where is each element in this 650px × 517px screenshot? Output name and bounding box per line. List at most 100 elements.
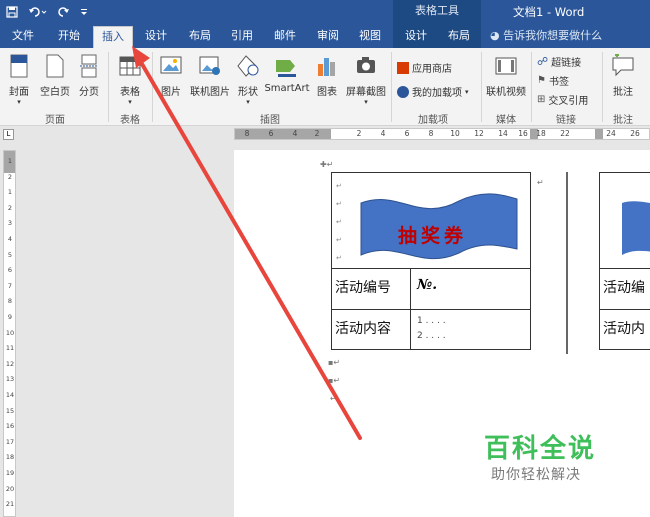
ruler-tick-label: 6 xyxy=(404,129,410,138)
tab-selector[interactable]: L xyxy=(3,129,14,140)
my-addins-button[interactable]: 我的加载项 ▾ xyxy=(397,84,469,99)
ribbon-tab-bar: 文件 开始 插入 设计 布局 引用 邮件 审阅 视图 设计 布局 ◕ 告诉我你想… xyxy=(0,26,650,48)
pictures-button[interactable]: 图片 xyxy=(156,54,186,98)
tab-design[interactable]: 设计 xyxy=(138,26,174,48)
ribbon-separator xyxy=(391,52,392,122)
bookmark-icon: ⚑ xyxy=(537,75,546,86)
ruler-tick-label: 10 xyxy=(450,129,460,138)
screenshot-button[interactable]: 屏幕截图 ▾ xyxy=(344,54,388,106)
group-label-illustrations: 插图 xyxy=(260,115,280,126)
ruler-tick-label: 4 xyxy=(292,129,298,138)
tab-table-layout[interactable]: 布局 xyxy=(441,26,477,48)
group-label-addins: 加载项 xyxy=(418,115,448,126)
value-cell[interactable]: 1 . . . . 2 . . . . xyxy=(410,309,531,350)
comment-button[interactable]: 批注 xyxy=(606,53,640,98)
table-button[interactable]: 表格 ▾ xyxy=(114,54,146,106)
ruler-tick-label: 26 xyxy=(630,129,640,138)
ruler-tick-label: 5 xyxy=(7,250,13,259)
undo-icon[interactable] xyxy=(28,6,48,21)
online-video-button[interactable]: 联机视频 xyxy=(484,54,528,98)
paragraph-mark: ▪↵ xyxy=(328,358,341,367)
ruler-tick-label: 10 xyxy=(5,328,15,337)
store-icon xyxy=(397,61,409,74)
tab-view[interactable]: 视图 xyxy=(352,26,388,48)
activity-content-list: 1 . . . . 2 . . . . xyxy=(417,316,446,341)
shapes-button[interactable]: 形状 ▾ xyxy=(234,54,262,106)
ruler-tick-label: 8 xyxy=(7,297,13,306)
ruler-tick-label: 13 xyxy=(5,375,15,384)
ruler-column-gap xyxy=(595,129,603,139)
ruler-tick-label: 11 xyxy=(5,344,15,353)
save-icon[interactable] xyxy=(6,5,18,21)
column-divider xyxy=(566,172,568,354)
banner-shape[interactable] xyxy=(620,189,650,265)
ribbon-separator xyxy=(152,52,153,122)
chart-button[interactable]: 图表 xyxy=(313,54,341,98)
tell-me-box[interactable]: ◕ 告诉我你想要做什么 xyxy=(490,26,602,48)
tab-references[interactable]: 引用 xyxy=(224,26,260,48)
page-break-button[interactable]: 分页 xyxy=(76,54,102,98)
ruler-tick-label: 8 xyxy=(244,129,250,138)
ruler-tick-label: 16 xyxy=(5,422,15,431)
label-cell[interactable]: 活动内容 xyxy=(331,309,411,350)
ruler-tick-label: 14 xyxy=(5,391,15,399)
blank-page-icon xyxy=(46,54,64,78)
lottery-card-table[interactable]: ↵ ↵ ↵ ↵ ↵ 抽奖券 活动编号 №. 活动内容 1 . . . . 2 .… xyxy=(331,172,531,350)
lightbulb-icon: ◕ xyxy=(490,29,500,42)
tab-file[interactable]: 文件 xyxy=(4,26,42,48)
paragraph-mark: ↵ xyxy=(330,394,337,403)
ribbon-separator xyxy=(602,52,603,122)
label-cell[interactable]: 活动编号 xyxy=(331,268,411,310)
banner-cell[interactable]: ↵ ↵ ↵ ↵ ↵ 抽奖券 xyxy=(331,172,531,269)
tab-table-design[interactable]: 设计 xyxy=(398,26,434,48)
smartart-button[interactable]: SmartArt xyxy=(264,54,310,94)
ruler-tick-label: 22 xyxy=(560,129,570,138)
lottery-card-table-2[interactable]: 活动编 活动内 xyxy=(599,172,650,350)
dropdown-arrow-icon: ▾ xyxy=(364,98,368,106)
link-icon: ☍ xyxy=(537,55,549,68)
customize-icon[interactable] xyxy=(80,6,88,21)
online-pictures-button[interactable]: 联机图片 xyxy=(188,54,232,98)
dropdown-arrow-icon: ▾ xyxy=(17,98,21,106)
banner-cell[interactable] xyxy=(599,172,650,269)
tab-home[interactable]: 开始 xyxy=(50,26,88,48)
watermark-subtitle: 助你轻松解决 xyxy=(491,467,581,483)
horizontal-ruler[interactable]: 8 6 4 2 2 4 6 8 10 12 14 16 18 22 24 26 xyxy=(234,128,650,140)
activity-content-label: 活动内容 xyxy=(335,321,391,337)
cover-page-button[interactable]: 封面 ▾ xyxy=(4,54,34,106)
watermark-title: 百科全说 xyxy=(484,434,597,464)
tab-layout[interactable]: 布局 xyxy=(182,26,218,48)
redo-icon[interactable] xyxy=(58,6,70,21)
label-cell[interactable]: 活动编 xyxy=(599,268,650,310)
ruler-tick-label: 18 xyxy=(5,453,15,462)
tell-me-text: 告诉我你想要做什么 xyxy=(503,29,603,42)
blank-page-button[interactable]: 空白页 xyxy=(38,54,72,98)
comment-icon xyxy=(612,53,634,77)
picture-icon xyxy=(160,56,182,74)
store-button[interactable]: 应用商店 xyxy=(397,60,452,75)
activity-content-label: 活动内 xyxy=(603,321,645,337)
page-break-icon xyxy=(80,54,98,78)
value-cell[interactable]: №. xyxy=(410,268,531,310)
tab-insert[interactable]: 插入 xyxy=(93,26,133,48)
paragraph-mark: ▪↵ xyxy=(328,376,341,385)
tab-mailings[interactable]: 邮件 xyxy=(267,26,303,48)
ribbon-separator xyxy=(481,52,482,122)
group-label-tables: 表格 xyxy=(120,115,140,126)
cross-reference-button[interactable]: ⊞ 交叉引用 xyxy=(537,92,588,107)
tab-review[interactable]: 审阅 xyxy=(310,26,346,48)
ruler-tick-label: 16 xyxy=(518,129,528,138)
bookmark-button[interactable]: ⚑ 书签 xyxy=(537,73,569,88)
table-move-handle-icon[interactable]: ✚↵ xyxy=(320,160,333,169)
label-cell[interactable]: 活动内 xyxy=(599,309,650,350)
hyperlink-button[interactable]: ☍ 超链接 xyxy=(537,54,581,69)
group-label-comments: 批注 xyxy=(613,115,633,126)
table-tools-header: 表格工具 xyxy=(393,0,481,26)
vertical-ruler[interactable]: 1 2 1 2 3 4 5 6 7 8 9 10 11 12 13 14 15 16 17 18 19 20 21 xyxy=(3,150,16,517)
ruler-tick-label: 20 xyxy=(5,484,15,493)
document-title: 文档1 - Word xyxy=(513,5,585,19)
ruler-tick-label: 6 xyxy=(268,129,274,138)
ruler-tick-label: 2 xyxy=(356,129,362,138)
ribbon-separator xyxy=(108,52,109,122)
dropdown-arrow-icon: ▾ xyxy=(465,87,469,96)
